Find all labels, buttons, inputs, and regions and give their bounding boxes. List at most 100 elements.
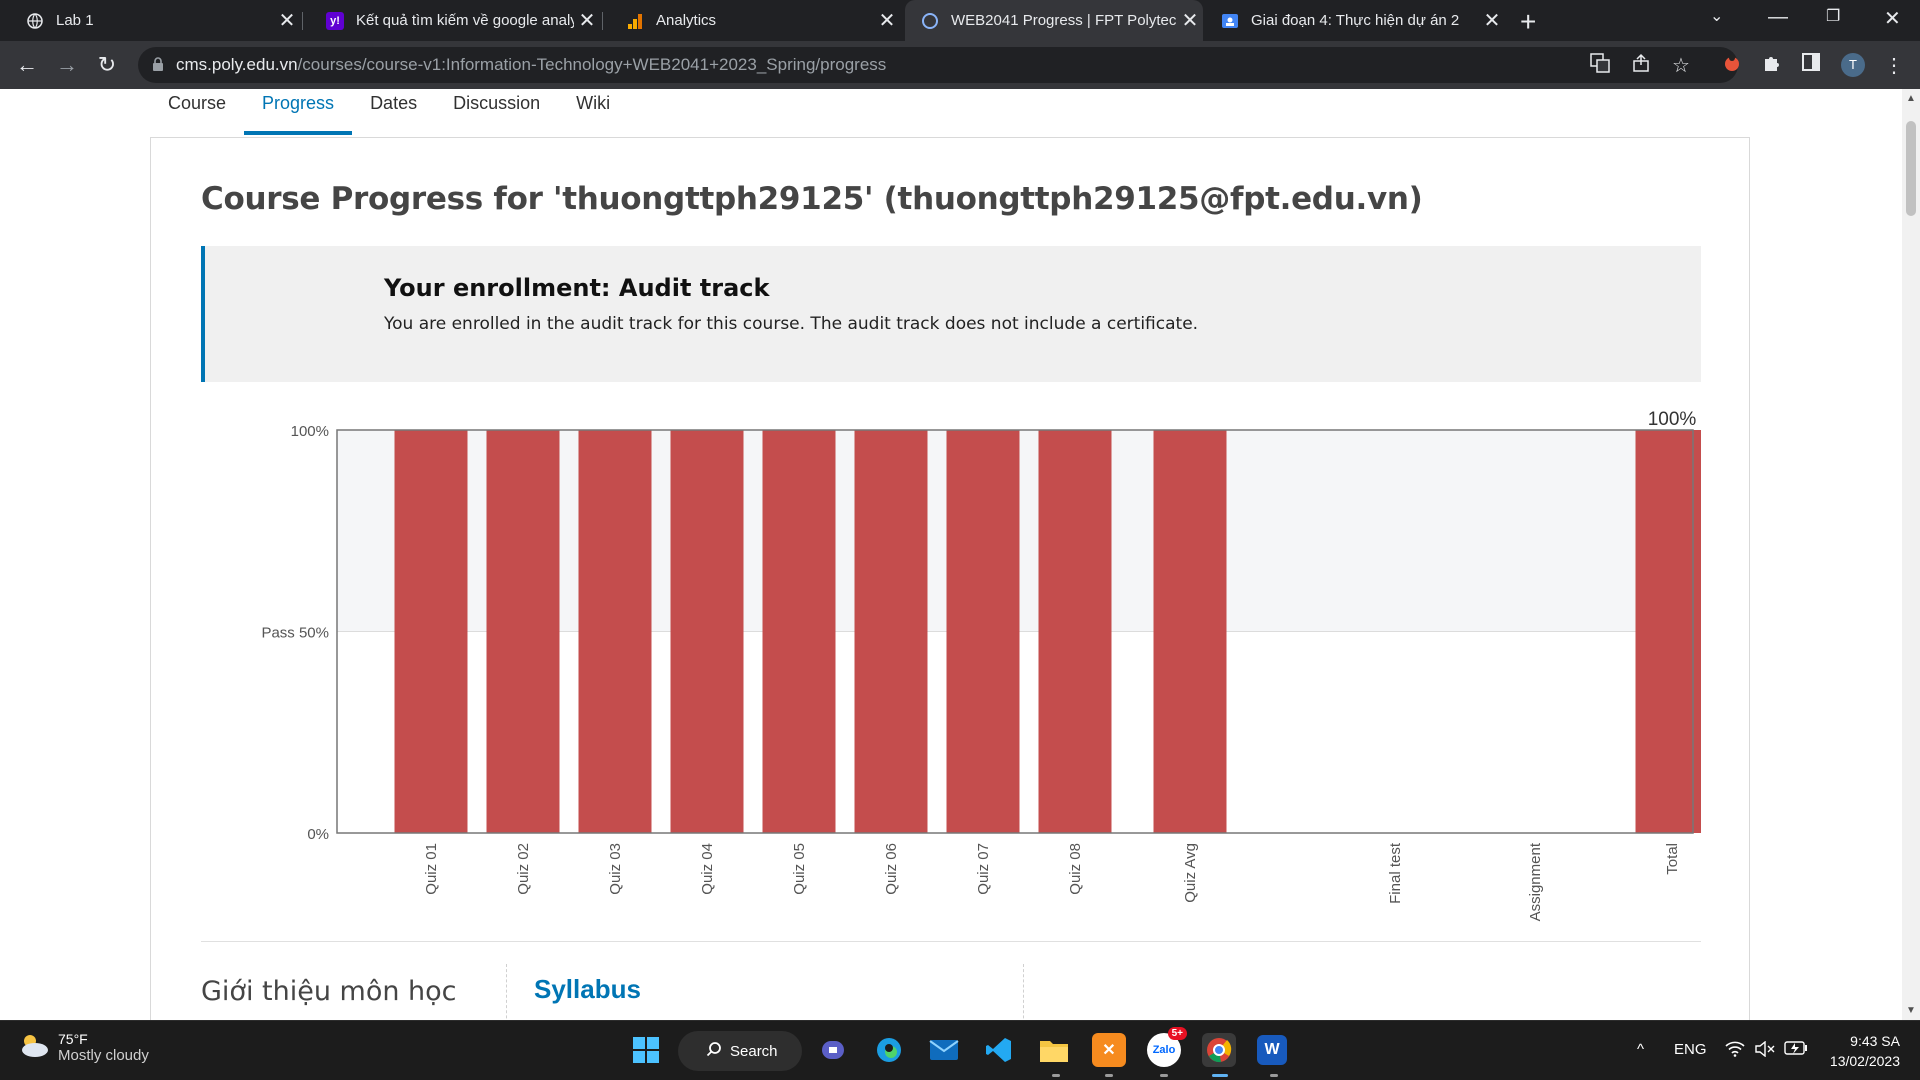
tab-title: Lab 1	[56, 12, 94, 29]
tab-lab1[interactable]: Lab 1 ✕	[0, 0, 300, 41]
page-title: Course Progress for 'thuongttph29125' (t…	[201, 181, 1423, 217]
bar-quiz-07	[946, 430, 1020, 833]
language-indicator[interactable]: ENG	[1674, 1041, 1707, 1058]
lock-icon	[152, 56, 164, 74]
x-tick-label: Quiz 02	[515, 843, 532, 895]
clock-date: 13/02/2023	[1829, 1053, 1900, 1069]
tab-wiki[interactable]: Wiki	[558, 89, 628, 137]
close-tab-icon[interactable]: ✕	[1177, 8, 1203, 33]
x-tick-label: Assignment	[1527, 842, 1544, 921]
bookmark-star-icon[interactable]: ☆	[1672, 53, 1690, 78]
word-icon[interactable]: W	[1257, 1035, 1287, 1065]
x-tick-label: Quiz 06	[883, 843, 900, 895]
share-icon[interactable]	[1632, 53, 1652, 78]
system-clock[interactable]: 9:43 SA 13/02/2023	[1830, 1031, 1900, 1071]
enrollment-message: Your enrollment: Audit track You are enr…	[201, 246, 1701, 382]
enrollment-title: Your enrollment: Audit track	[384, 274, 770, 302]
close-tab-icon[interactable]: ✕	[574, 8, 600, 33]
total-value-label: 100%	[1648, 409, 1697, 430]
close-tab-icon[interactable]: ✕	[874, 8, 900, 33]
taskbar-search[interactable]: Search	[678, 1031, 802, 1071]
extensions-puzzle-icon[interactable]	[1762, 53, 1782, 78]
scroll-down-arrow-icon[interactable]: ▼	[1906, 1005, 1916, 1016]
xampp-icon[interactable]: ✕	[1092, 1033, 1126, 1067]
clock-time: 9:43 SA	[1850, 1033, 1900, 1049]
progress-card: Course Progress for 'thuongttph29125' (t…	[150, 137, 1750, 1020]
column-divider	[1023, 964, 1024, 1020]
running-indicator	[1105, 1074, 1113, 1077]
battery-charging-icon[interactable]	[1784, 1041, 1808, 1059]
tab-progress[interactable]: Progress	[244, 89, 353, 137]
vscode-icon[interactable]	[982, 1033, 1016, 1067]
weather-widget[interactable]: 75°F Mostly cloudy	[18, 1031, 149, 1064]
analytics-icon	[626, 12, 644, 30]
bar-quiz-08	[1038, 430, 1112, 833]
course-intro-heading: Giới thiệu môn học	[201, 976, 457, 1007]
page-scrollbar[interactable]: ▲ ▼	[1902, 89, 1920, 1020]
running-indicator	[1052, 1074, 1060, 1077]
tab-web2041-progress[interactable]: WEB2041 Progress | FPT Polytech ✕	[905, 0, 1203, 41]
close-tab-icon[interactable]: ✕	[1479, 8, 1505, 33]
running-indicator	[1212, 1074, 1228, 1077]
show-hidden-icons-icon[interactable]: ^	[1637, 1041, 1644, 1058]
file-explorer-icon[interactable]	[1037, 1033, 1071, 1067]
reload-icon[interactable]: ↻	[92, 50, 122, 80]
windows-start-icon[interactable]	[629, 1033, 663, 1067]
running-indicator	[1270, 1074, 1278, 1077]
wifi-icon[interactable]	[1725, 1041, 1745, 1061]
address-bar[interactable]: cms.poly.edu.vn/courses/course-v1:Inform…	[138, 47, 1738, 83]
x-tick-label: Quiz Avg	[1182, 843, 1199, 903]
cloudy-weather-icon	[18, 1032, 50, 1063]
forward-icon[interactable]: →	[52, 50, 82, 80]
tab-discussion[interactable]: Discussion	[435, 89, 558, 137]
x-tick-label: Quiz 08	[1067, 843, 1084, 895]
minimize-icon[interactable]: —	[1768, 6, 1788, 29]
loading-icon	[921, 12, 939, 30]
grade-chart: 0% Pass 50% 100% Quiz 01 Quiz 02 Quiz 03 Quiz …	[261, 409, 1701, 921]
x-tick-label: Quiz 04	[699, 843, 716, 895]
mail-icon[interactable]	[927, 1033, 961, 1067]
x-tick-label: Quiz 03	[607, 843, 624, 895]
close-window-icon[interactable]: ✕	[1884, 6, 1901, 31]
volume-muted-icon[interactable]	[1754, 1040, 1776, 1061]
tab-title: Giai đoạn 4: Thực hiện dự án 2	[1251, 12, 1460, 29]
page-content: Course Progress Dates Discussion Wiki Co…	[0, 89, 1902, 1020]
teams-chat-icon[interactable]	[817, 1033, 851, 1067]
bar-quiz-05	[762, 430, 836, 833]
tab-title: Analytics	[656, 12, 717, 29]
tab-title: Kết quả tìm kiếm về google analy	[356, 12, 574, 29]
extension-ladybug-icon[interactable]	[1722, 53, 1742, 78]
browser-menu-icon[interactable]: ⋮	[1884, 53, 1904, 78]
chrome-icon[interactable]	[1202, 1033, 1236, 1067]
translate-icon[interactable]	[1590, 53, 1610, 78]
bar-total	[1635, 430, 1701, 833]
new-tab-button[interactable]: +	[1520, 6, 1536, 38]
tab-title: WEB2041 Progress | FPT Polytech	[951, 12, 1177, 29]
scroll-up-arrow-icon[interactable]: ▲	[1906, 93, 1916, 104]
globe-icon	[26, 12, 44, 30]
browser-toolbar: ← → ↻ cms.poly.edu.vn/courses/course-v1:…	[0, 41, 1920, 89]
scrollbar-thumb[interactable]	[1906, 121, 1916, 216]
tab-yahoo-search[interactable]: y! Kết quả tìm kiếm về google analy ✕	[300, 0, 600, 41]
bar-quiz-02	[486, 430, 560, 833]
tab-dates[interactable]: Dates	[352, 89, 435, 137]
side-panel-icon[interactable]	[1802, 53, 1820, 76]
y-tick-label: Pass 50%	[261, 625, 329, 642]
tab-search-icon[interactable]: ⌄	[1710, 6, 1723, 26]
close-tab-icon[interactable]: ✕	[274, 8, 300, 33]
back-icon[interactable]: ←	[12, 50, 42, 80]
profile-avatar[interactable]: T	[1841, 53, 1865, 77]
syllabus-link[interactable]: Syllabus	[534, 974, 641, 1005]
tab-analytics[interactable]: Analytics ✕	[600, 0, 900, 41]
tab-course[interactable]: Course	[150, 89, 244, 137]
edge-browser-icon[interactable]	[872, 1033, 906, 1067]
windows-taskbar: 75°F Mostly cloudy Search ✕ Zalo 5+ W ^ …	[0, 1020, 1920, 1080]
zalo-icon[interactable]: Zalo 5+	[1147, 1027, 1187, 1067]
weather-temperature: 75°F	[58, 1031, 88, 1047]
y-tick-label: 0%	[307, 826, 329, 843]
x-tick-label: Final test	[1387, 842, 1404, 904]
bar-quiz-03	[578, 430, 652, 833]
section-divider	[201, 941, 1701, 942]
tab-giai-doan-4[interactable]: Giai đoạn 4: Thực hiện dự án 2 ✕	[1205, 0, 1505, 41]
restore-icon[interactable]: ❐	[1826, 6, 1840, 26]
